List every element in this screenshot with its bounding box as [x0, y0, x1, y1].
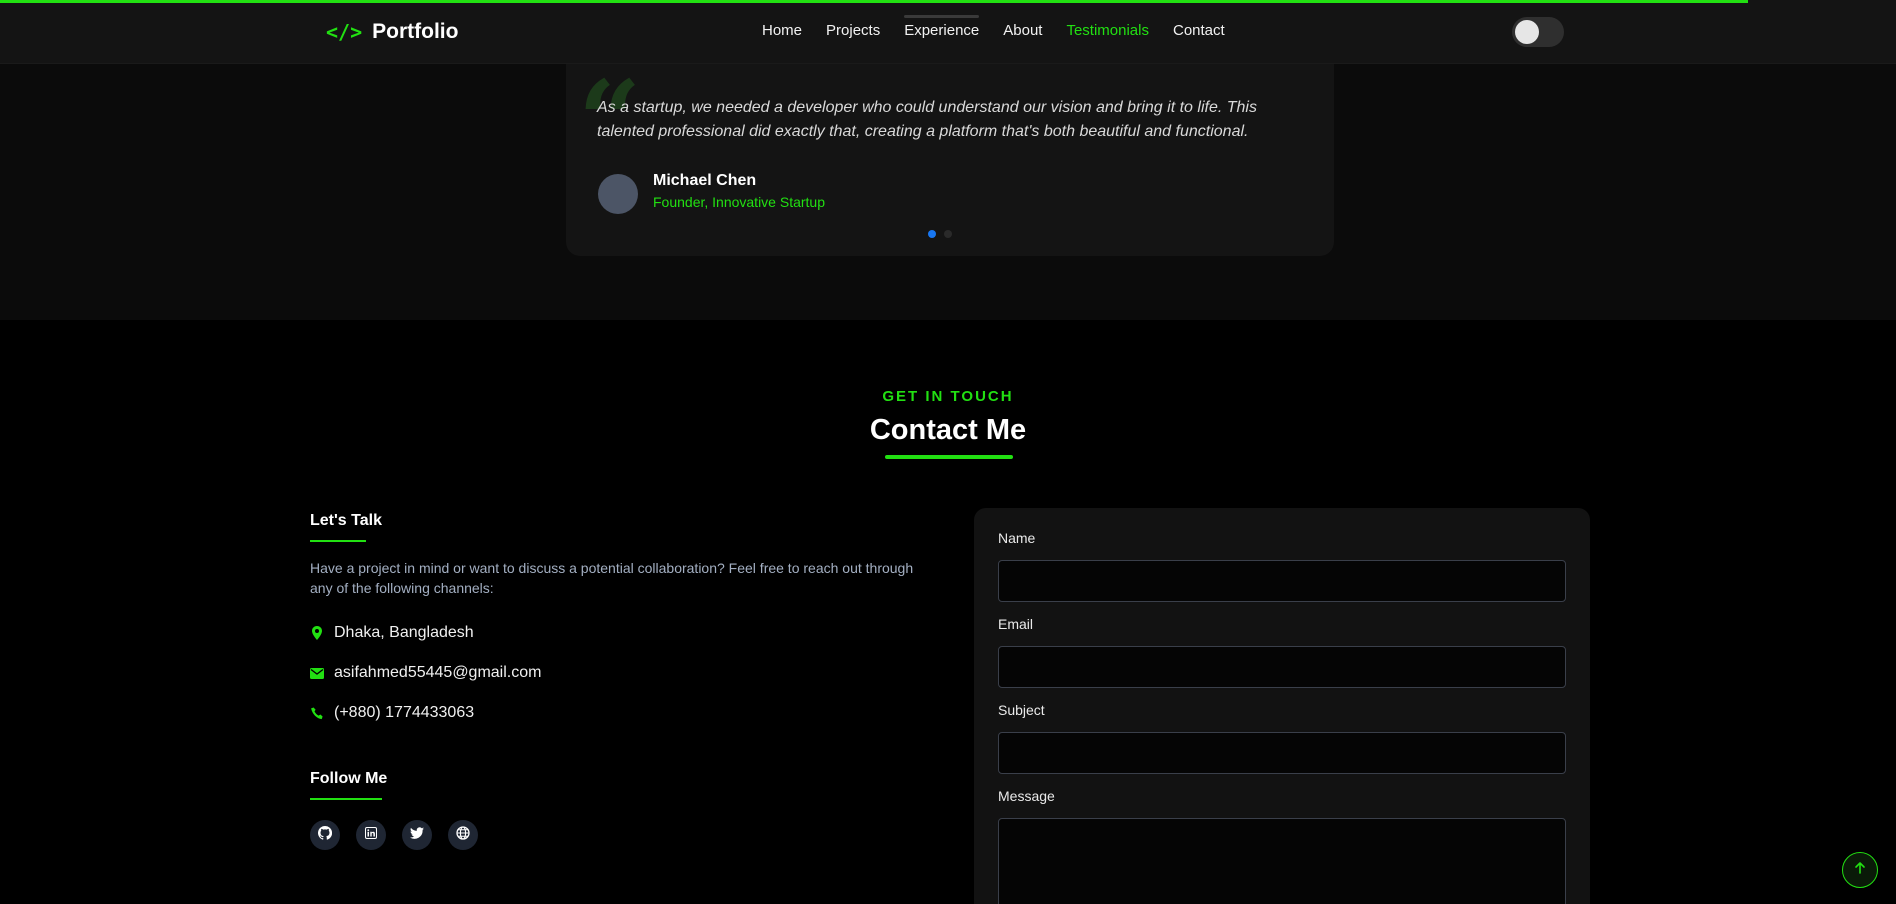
- title-underline: [885, 455, 1013, 459]
- phone-icon: [310, 706, 324, 720]
- social-links: [310, 820, 478, 850]
- follow-underline: [310, 798, 382, 800]
- nav-about[interactable]: About: [1003, 22, 1042, 39]
- toggle-knob: [1515, 20, 1539, 44]
- map-pin-icon: [310, 626, 324, 640]
- nav-experience[interactable]: Experience: [904, 15, 980, 39]
- email-input[interactable]: [998, 646, 1566, 688]
- theme-toggle[interactable]: [1512, 17, 1564, 47]
- carousel-dot-2[interactable]: [944, 230, 952, 238]
- lets-talk-heading: Let's Talk: [310, 512, 382, 529]
- message-label: Message: [998, 788, 1055, 804]
- logo[interactable]: </> Portfolio: [326, 20, 458, 44]
- nav-links: Home Projects Experience About Testimoni…: [762, 15, 1225, 39]
- nav-contact[interactable]: Contact: [1173, 22, 1225, 39]
- carousel-dot-1[interactable]: [928, 230, 936, 238]
- testimonial-quote: As a startup, we needed a developer who …: [597, 99, 1257, 140]
- logo-text: Portfolio: [372, 20, 459, 43]
- back-to-top-button[interactable]: [1842, 852, 1878, 888]
- avatar: [598, 174, 638, 214]
- follow-heading: Follow Me: [310, 770, 388, 787]
- subject-label: Subject: [998, 702, 1045, 718]
- linkedin-link[interactable]: [356, 820, 386, 850]
- linkedin-icon: [365, 826, 377, 844]
- nav-testimonials[interactable]: Testimonials: [1066, 22, 1149, 39]
- location-text: Dhaka, Bangladesh: [334, 624, 474, 641]
- phone-text[interactable]: (+880) 1774433063: [334, 704, 474, 722]
- email-text[interactable]: asifahmed55445@gmail.com: [334, 664, 541, 682]
- location-row: Dhaka, Bangladesh: [310, 624, 474, 642]
- testimonial-card: “ As a startup, we needed a developer wh…: [566, 60, 1334, 256]
- website-link[interactable]: [448, 820, 478, 850]
- github-icon: [317, 825, 333, 845]
- author-role: Founder, Innovative Startup: [653, 194, 825, 210]
- author-name: Michael Chen: [653, 172, 757, 189]
- subject-input[interactable]: [998, 732, 1566, 774]
- contact-form: Name Email Subject Message: [974, 508, 1590, 904]
- nav-home[interactable]: Home: [762, 22, 802, 39]
- email-row: asifahmed55445@gmail.com: [310, 664, 541, 682]
- name-label: Name: [998, 530, 1036, 546]
- email-label: Email: [998, 616, 1034, 632]
- carousel-dots: [928, 230, 952, 238]
- arrow-up-icon: [1853, 861, 1867, 880]
- github-link[interactable]: [310, 820, 340, 850]
- twitter-link[interactable]: [402, 820, 432, 850]
- globe-icon: [456, 825, 470, 845]
- nav-projects[interactable]: Projects: [826, 22, 880, 39]
- lets-talk-underline: [310, 540, 366, 542]
- contact-section: GET IN TOUCH Contact Me Let's Talk Have …: [0, 320, 1896, 904]
- code-icon: </>: [326, 20, 363, 44]
- message-textarea[interactable]: [998, 818, 1566, 904]
- testimonials-section: “ As a startup, we needed a developer wh…: [0, 60, 1896, 320]
- scroll-progress-bar: [0, 0, 1748, 3]
- mail-icon: [310, 666, 324, 680]
- twitter-icon: [410, 826, 424, 844]
- name-input[interactable]: [998, 560, 1566, 602]
- navbar: </> Portfolio Home Projects Experience A…: [0, 0, 1896, 64]
- phone-row: (+880) 1774433063: [310, 704, 474, 722]
- contact-intro: Have a project in mind or want to discus…: [310, 560, 914, 596]
- section-title: Contact Me: [869, 414, 1027, 446]
- section-eyebrow: GET IN TOUCH: [882, 388, 1014, 405]
